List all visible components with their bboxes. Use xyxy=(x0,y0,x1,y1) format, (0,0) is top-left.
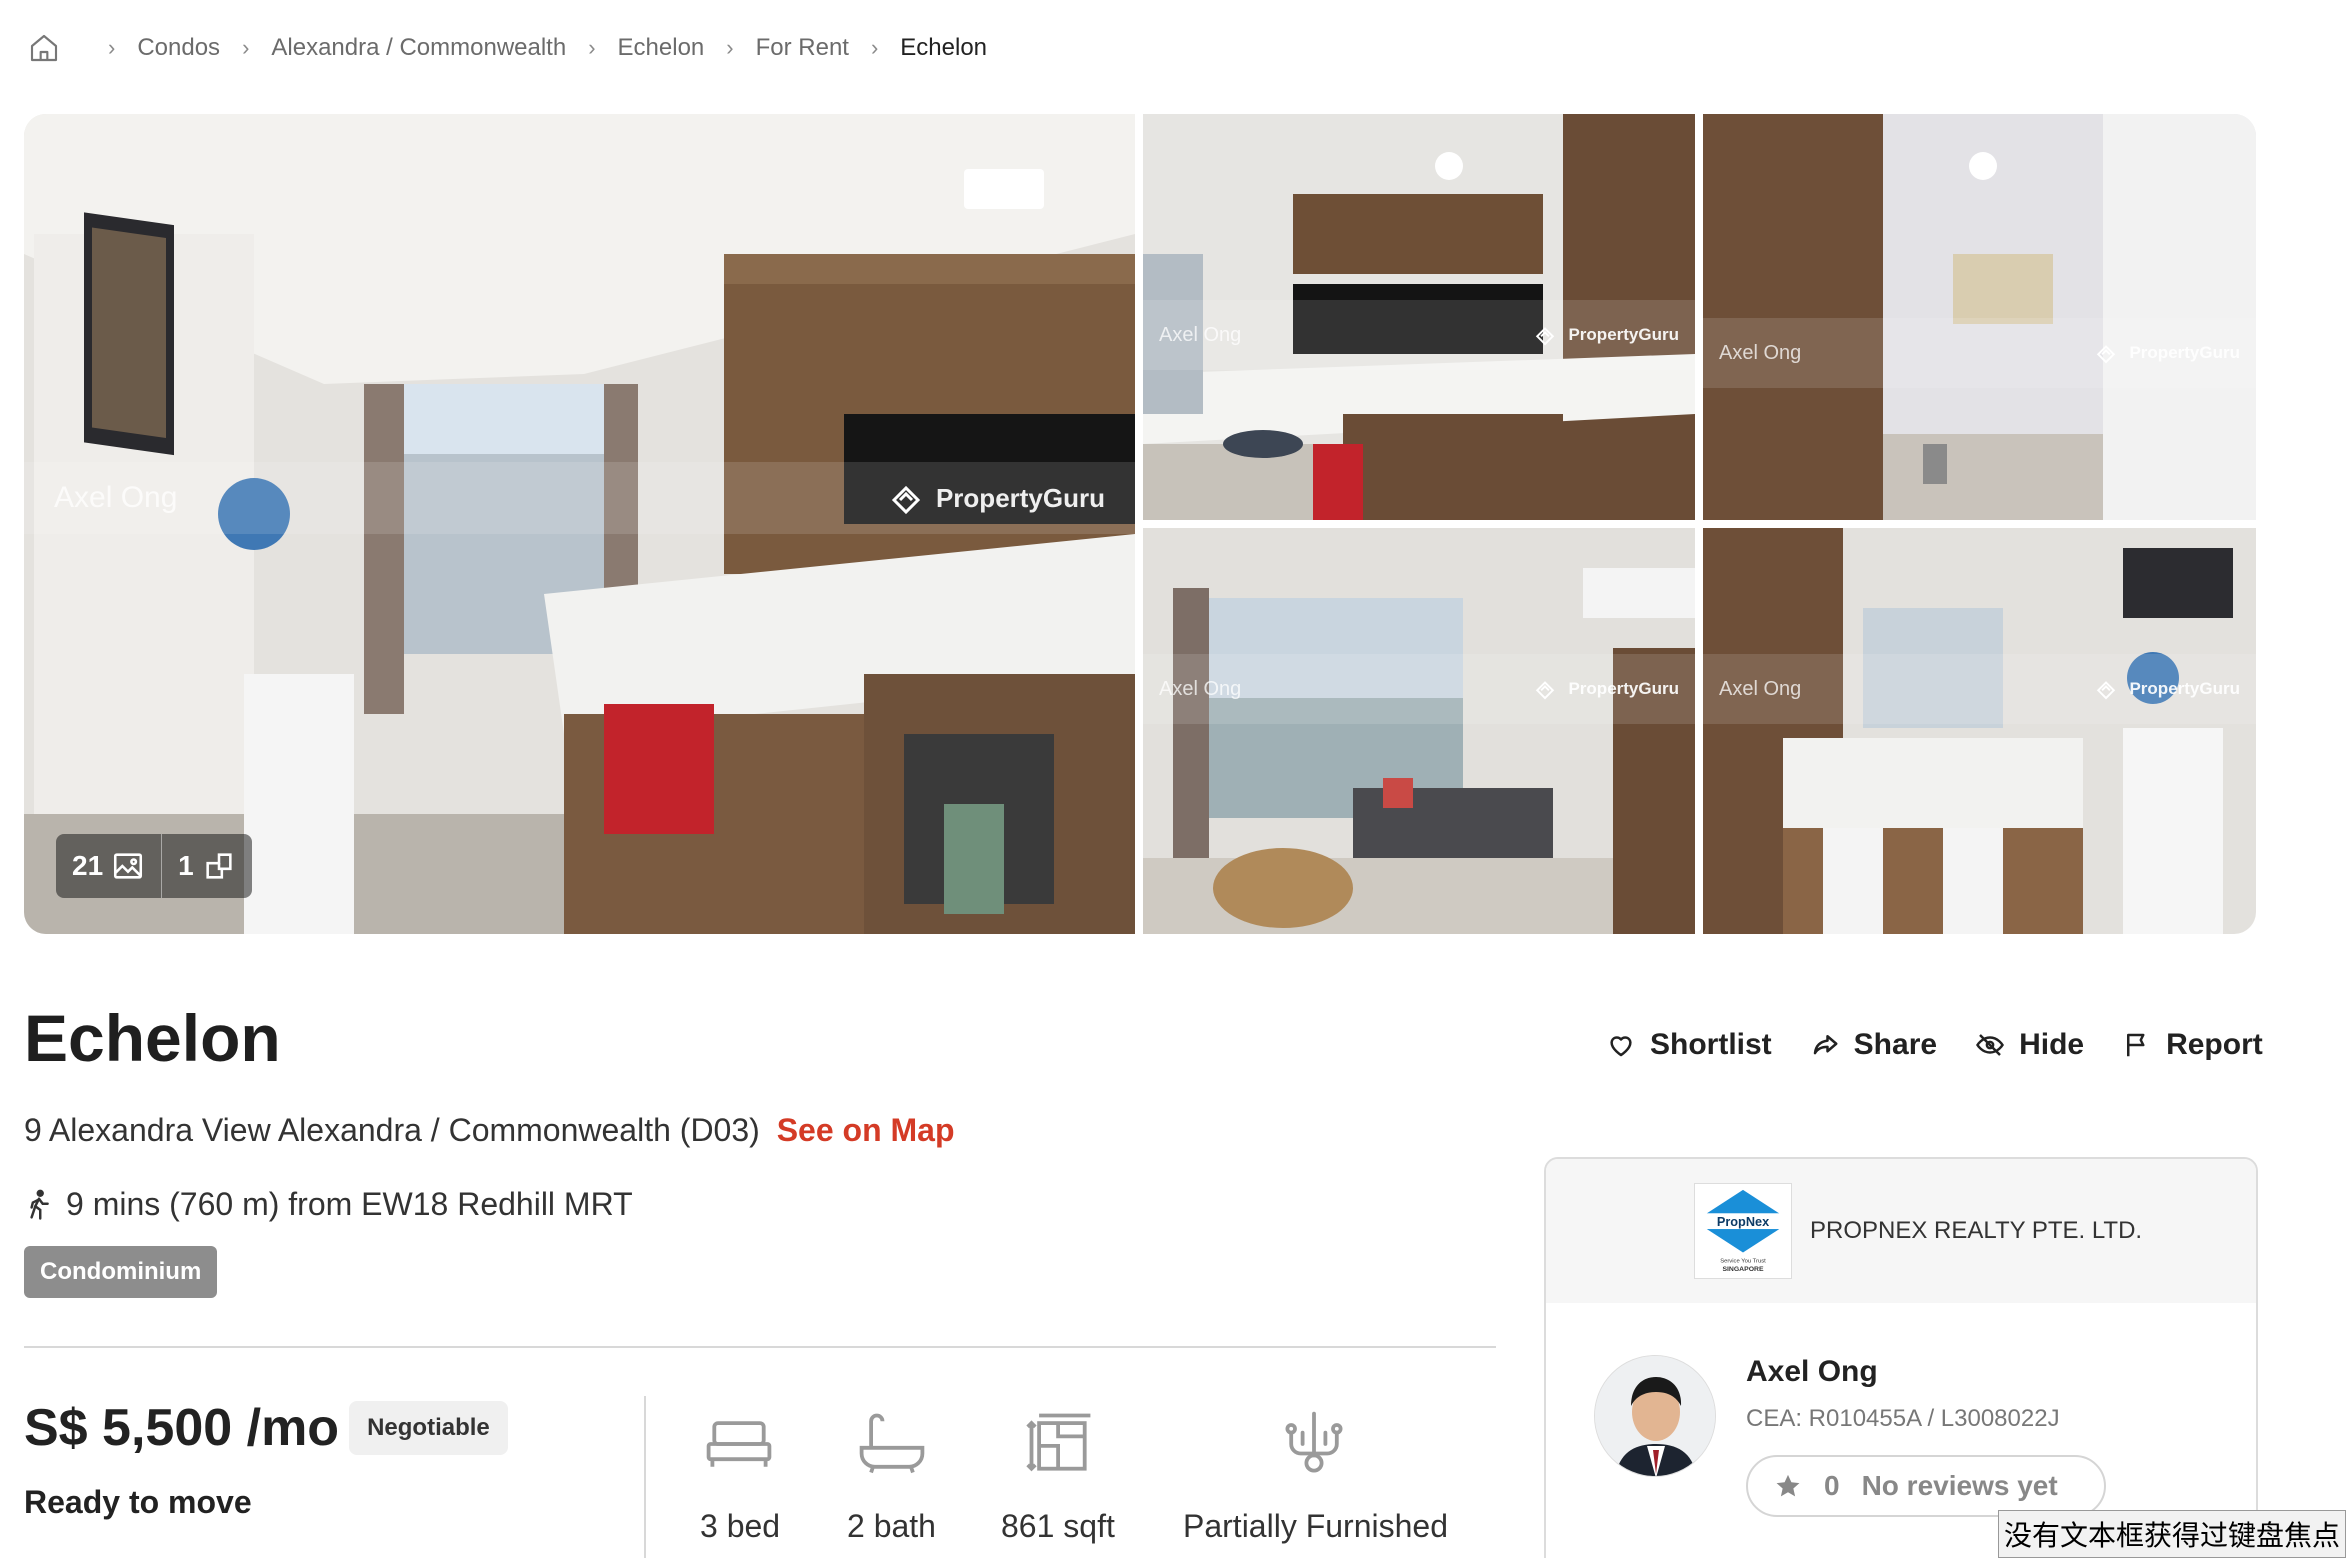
breadcrumb-project[interactable]: Echelon xyxy=(618,34,705,62)
eye-off-icon xyxy=(1976,1034,2005,1056)
mrt-text: 9 mins (760 m) from EW18 Redhill MRT xyxy=(66,1186,633,1222)
thumbnail-dining[interactable]: Axel Ong PropertyGuru xyxy=(1703,528,2256,934)
home-icon[interactable] xyxy=(28,32,60,64)
share-icon xyxy=(1813,1035,1838,1055)
media-counts[interactable]: 21 1 xyxy=(56,834,252,898)
breadcrumb-district[interactable]: Alexandra / Commonwealth xyxy=(271,34,566,62)
watermark-agent: Axel Ong xyxy=(54,481,178,514)
listing-address: 9 Alexandra View Alexandra / Commonwealt… xyxy=(24,1112,955,1149)
agent-name[interactable]: Axel Ong xyxy=(1746,1355,1878,1389)
watermark-brand: PropertyGuru xyxy=(2093,676,2240,702)
watermark-brand: PropertyGuru xyxy=(886,478,1105,518)
address-text: 9 Alexandra View Alexandra / Commonwealt… xyxy=(24,1112,760,1148)
flag-icon xyxy=(2127,1033,2145,1057)
negotiable-badge: Negotiable xyxy=(349,1401,508,1455)
propertyguru-logo-icon xyxy=(2097,681,2116,700)
area-icon xyxy=(1026,1413,1091,1472)
watermark-agent: Axel Ong xyxy=(1719,677,1802,700)
watermark-agent: Axel Ong xyxy=(1719,341,1802,364)
thumbnail-entrance[interactable]: Axel Ong PropertyGuru xyxy=(1703,114,2256,520)
property-type-badge: Condominium xyxy=(24,1246,218,1298)
breadcrumb-separator: › xyxy=(588,35,596,60)
listing-actions: Shortlist Share Hide Report xyxy=(1606,1028,2263,1062)
star-icon xyxy=(1776,1474,1800,1497)
main-photo[interactable]: Axel Ong PropertyGuru 21 1 xyxy=(24,114,1135,934)
bath-count: 2 bath xyxy=(847,1508,936,1544)
watermark-agent: Axel Ong xyxy=(1159,677,1242,700)
breadcrumb-separator: › xyxy=(242,35,250,60)
mrt-distance: 9 mins (760 m) from EW18 Redhill MRT xyxy=(24,1186,633,1223)
agency-name: PROPNEX REALTY PTE. LTD. xyxy=(1810,1217,2143,1244)
breadcrumb-separator: › xyxy=(870,35,879,60)
watermark-brand: PropertyGuru xyxy=(1532,322,1679,348)
watermark-brand: PropertyGuru xyxy=(2093,340,2240,366)
agent-avatar[interactable] xyxy=(1594,1355,1716,1477)
listing-title: Echelon xyxy=(24,1001,281,1075)
ime-status-tooltip: 没有文本框获得过键盘焦点 xyxy=(1998,1510,2346,1558)
propertyguru-logo-icon xyxy=(1536,327,1555,346)
agent-cea-number: CEA: R010455A / L3008022J xyxy=(1746,1405,2060,1432)
breadcrumb-for-rent[interactable]: For Rent xyxy=(756,34,849,62)
floorplan-icon xyxy=(206,853,232,879)
agent-reviews[interactable]: 0 No reviews yet xyxy=(1746,1455,2106,1517)
propertyguru-logo-icon xyxy=(891,485,921,515)
walking-icon xyxy=(30,1189,49,1220)
share-button[interactable]: Share xyxy=(1810,1028,1937,1062)
bath-icon xyxy=(859,1413,925,1474)
bed-count: 3 bed xyxy=(700,1508,781,1544)
heart-icon xyxy=(1610,1036,1632,1057)
thumbnail-kitchen[interactable]: Axel Ong PropertyGuru xyxy=(1143,114,1695,520)
breadcrumb-separator: › xyxy=(726,35,734,60)
see-on-map-link[interactable]: See on Map xyxy=(777,1112,955,1148)
review-text: No reviews yet xyxy=(1861,1470,2058,1501)
report-button[interactable]: Report xyxy=(2122,1028,2263,1062)
floor-area: 861 sqft xyxy=(1001,1508,1115,1544)
breadcrumb-current: Echelon xyxy=(900,34,988,61)
review-count: 0 xyxy=(1824,1470,1840,1501)
price-value: S$ 5,500 /mo xyxy=(24,1399,340,1457)
image-icon xyxy=(114,853,143,879)
breadcrumb-condos[interactable]: Condos xyxy=(137,34,220,62)
floorplan-count[interactable]: 1 xyxy=(161,834,252,898)
furnishing-icon xyxy=(1285,1411,1343,1473)
photo-count[interactable]: 21 xyxy=(56,834,161,898)
propnex-logo-icon: PropNex Service You Trust SINGAPORE xyxy=(1700,1189,1786,1273)
section-divider xyxy=(24,1346,1496,1348)
propertyguru-logo-icon xyxy=(1536,681,1555,700)
price-facts-divider xyxy=(644,1396,646,1558)
furnishing-status: Partially Furnished xyxy=(1183,1508,1448,1544)
availability: Ready to move xyxy=(24,1484,252,1520)
watermark-agent: Axel Ong xyxy=(1159,323,1242,346)
breadcrumb-separator: › xyxy=(108,35,116,60)
watermark-brand: PropertyGuru xyxy=(1532,676,1679,702)
svg-text:Service You Trust: Service You Trust xyxy=(1720,1258,1766,1264)
agency-logo: PropNex Service You Trust SINGAPORE xyxy=(1694,1183,1792,1279)
svg-text:SINGAPORE: SINGAPORE xyxy=(1722,1266,1764,1273)
hide-button[interactable]: Hide xyxy=(1975,1028,2084,1062)
photo-gallery: Axel Ong PropertyGuru 21 1 Axel Ong Prop… xyxy=(24,114,2256,934)
price: S$ 5,500 /mo Negotiable xyxy=(24,1398,508,1458)
agency-header[interactable]: PropNex Service You Trust SINGAPORE PROP… xyxy=(1546,1159,2256,1303)
shortlist-button[interactable]: Shortlist xyxy=(1606,1028,1772,1062)
propertyguru-logo-icon xyxy=(2097,345,2116,364)
svg-text:PropNex: PropNex xyxy=(1717,1214,1769,1229)
thumbnail-living-room[interactable]: Axel Ong PropertyGuru xyxy=(1143,528,1695,934)
breadcrumb: › Condos › Alexandra / Commonwealth › Ec… xyxy=(28,28,987,68)
agent-card: PropNex Service You Trust SINGAPORE PROP… xyxy=(1544,1157,2258,1558)
bed-icon xyxy=(706,1421,772,1467)
